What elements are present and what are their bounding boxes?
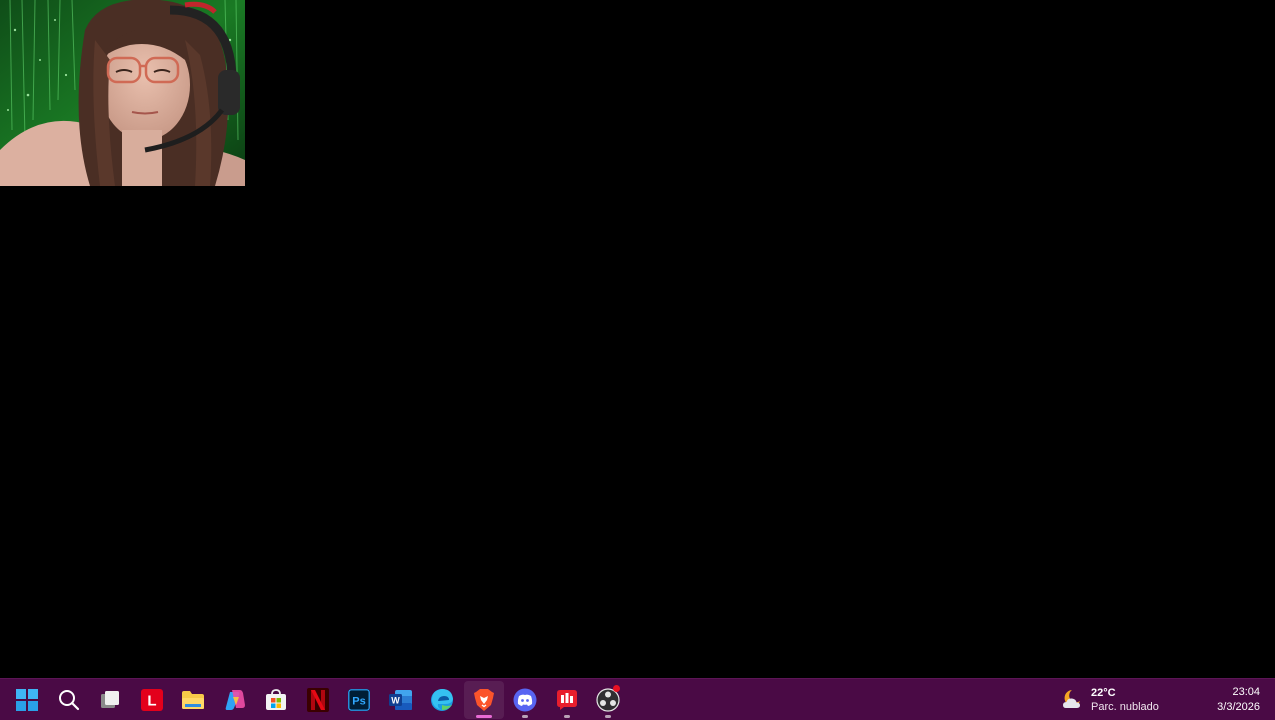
system-clock[interactable]: 23:04 3/3/2026: [1217, 679, 1260, 720]
task-view-button[interactable]: [90, 681, 130, 719]
active-indicator: [475, 714, 492, 718]
brave-icon: [472, 688, 496, 712]
red-app-icon: [555, 688, 579, 712]
task-view-icon: [98, 688, 122, 712]
start-button[interactable]: [7, 681, 47, 719]
weather-text: 22°C Parc. nublado: [1091, 686, 1159, 714]
taskbar-app-edge[interactable]: [422, 681, 462, 719]
notification-badge: [613, 684, 620, 692]
l-app-letter: L: [147, 692, 156, 709]
running-indicator: [605, 714, 611, 718]
photoshop-label: Ps: [352, 695, 365, 707]
search-icon: [57, 688, 81, 712]
weather-condition: Parc. nublado: [1091, 700, 1159, 713]
weather-widget[interactable]: 22°C Parc. nublado: [1060, 679, 1159, 720]
webcam-overlay: [0, 0, 245, 186]
desktop-screen: L Ps W 22°C Parc. nublado 23:04 3/3/2026: [0, 0, 1275, 720]
netflix-icon: [306, 687, 330, 712]
taskbar-icons: L Ps W: [7, 679, 630, 720]
windows-icon: [15, 688, 39, 712]
clock-date: 3/3/2026: [1217, 700, 1260, 713]
folder-icon: [181, 688, 205, 712]
search-button[interactable]: [49, 681, 89, 719]
webcam-feed-image: [0, 0, 245, 186]
taskbar-app-copilot[interactable]: [215, 681, 255, 719]
taskbar-app-file-explorer[interactable]: [173, 681, 213, 719]
discord-icon: [513, 688, 537, 712]
running-indicator: [522, 714, 528, 718]
partly-cloudy-night-icon: [1060, 687, 1086, 713]
taskbar-app-photoshop[interactable]: Ps: [339, 681, 379, 719]
taskbar-app-netflix[interactable]: [298, 681, 338, 719]
word-icon: W: [388, 688, 413, 712]
weather-temperature: 22°C: [1091, 686, 1116, 699]
taskbar-app-red-app[interactable]: [547, 681, 587, 719]
taskbar-app-store[interactable]: [256, 681, 296, 719]
edge-icon: [430, 688, 454, 712]
word-label: W: [391, 695, 400, 705]
taskbar-app-word[interactable]: W: [381, 681, 421, 719]
running-indicator: [563, 714, 570, 718]
photoshop-icon: Ps: [347, 688, 371, 712]
copilot-icon: [223, 688, 247, 712]
store-icon: [264, 688, 288, 712]
clock-time: 23:04: [1232, 685, 1260, 698]
taskbar-app-discord[interactable]: [505, 681, 545, 719]
taskbar-app-l[interactable]: L: [132, 681, 172, 719]
taskbar-app-brave[interactable]: [463, 680, 504, 719]
taskbar: L Ps W 22°C Parc. nublado 23:04 3/3/2026: [0, 678, 1275, 720]
taskbar-app-obs[interactable]: [588, 681, 628, 719]
l-app-icon: L: [140, 688, 164, 712]
